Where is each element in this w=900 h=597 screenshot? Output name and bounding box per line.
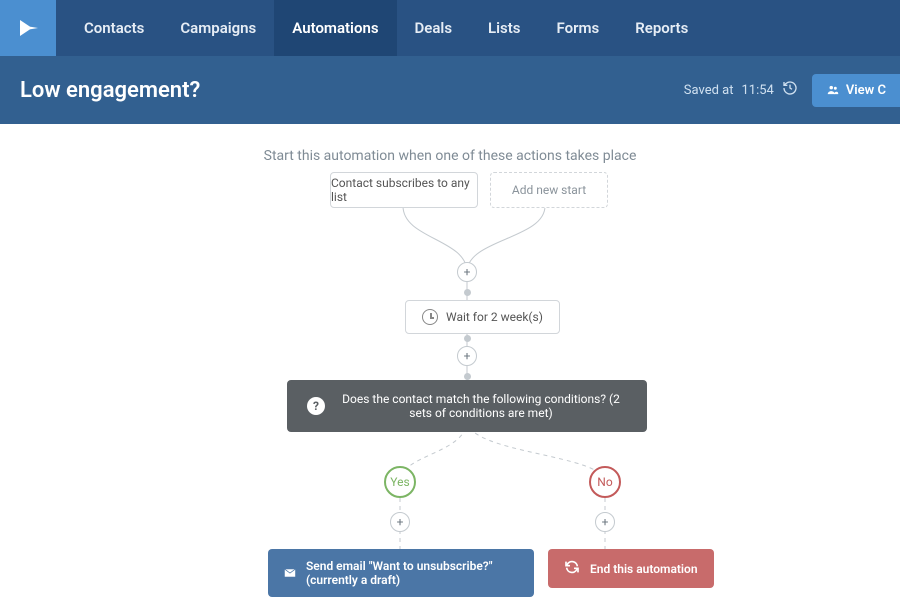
nav-forms[interactable]: Forms [539,0,618,56]
canvas-intro-text: Start this automation when one of these … [0,148,900,164]
no-branch[interactable]: No [589,466,621,498]
saved-indicator: Saved at 11:54 [684,80,798,100]
nav-lists[interactable]: Lists [470,0,538,56]
connector-dot [464,373,471,380]
end-automation-node[interactable]: End this automation [548,549,714,588]
add-step-button-1[interactable]: + [457,262,477,282]
clock-icon [422,309,438,325]
nav-deals[interactable]: Deals [397,0,471,56]
condition-label: Does the contact match the following con… [335,392,627,420]
contacts-icon [826,83,840,97]
mail-icon [284,567,296,579]
connector-dot [464,335,471,342]
add-step-yes[interactable]: + [390,512,410,532]
question-icon: ? [307,397,325,415]
page-header: Low engagement? Saved at 11:54 View C [0,56,900,124]
start-trigger-node[interactable]: Contact subscribes to any list [330,172,478,208]
saved-time: 11:54 [741,83,773,98]
send-email-label: Send email "Want to unsubscribe?" (curre… [306,559,518,587]
view-contacts-button[interactable]: View C [812,74,900,107]
history-icon[interactable] [782,80,798,100]
brand-logo[interactable] [0,0,56,56]
nav-campaigns[interactable]: Campaigns [162,0,274,56]
wait-node[interactable]: Wait for 2 week(s) [405,300,560,334]
wait-label: Wait for 2 week(s) [446,310,543,324]
add-start-node[interactable]: Add new start [490,172,608,208]
nav-items: Contacts Campaigns Automations Deals Lis… [56,0,706,56]
top-nav: Contacts Campaigns Automations Deals Lis… [0,0,900,56]
nav-reports[interactable]: Reports [617,0,706,56]
saved-prefix: Saved at [684,83,734,98]
condition-node[interactable]: ? Does the contact match the following c… [287,380,647,432]
nav-automations[interactable]: Automations [274,0,396,56]
connector-dot [464,289,471,296]
end-label: End this automation [590,562,698,576]
end-icon [564,559,580,578]
automation-canvas[interactable]: Start this automation when one of these … [0,124,900,580]
nav-contacts[interactable]: Contacts [66,0,162,56]
automation-title[interactable]: Low engagement? [20,78,200,103]
add-step-button-2[interactable]: + [457,346,477,366]
view-label: View C [846,83,886,98]
add-step-no[interactable]: + [595,512,615,532]
yes-branch[interactable]: Yes [384,466,416,498]
send-email-node[interactable]: Send email "Want to unsubscribe?" (curre… [268,549,534,597]
